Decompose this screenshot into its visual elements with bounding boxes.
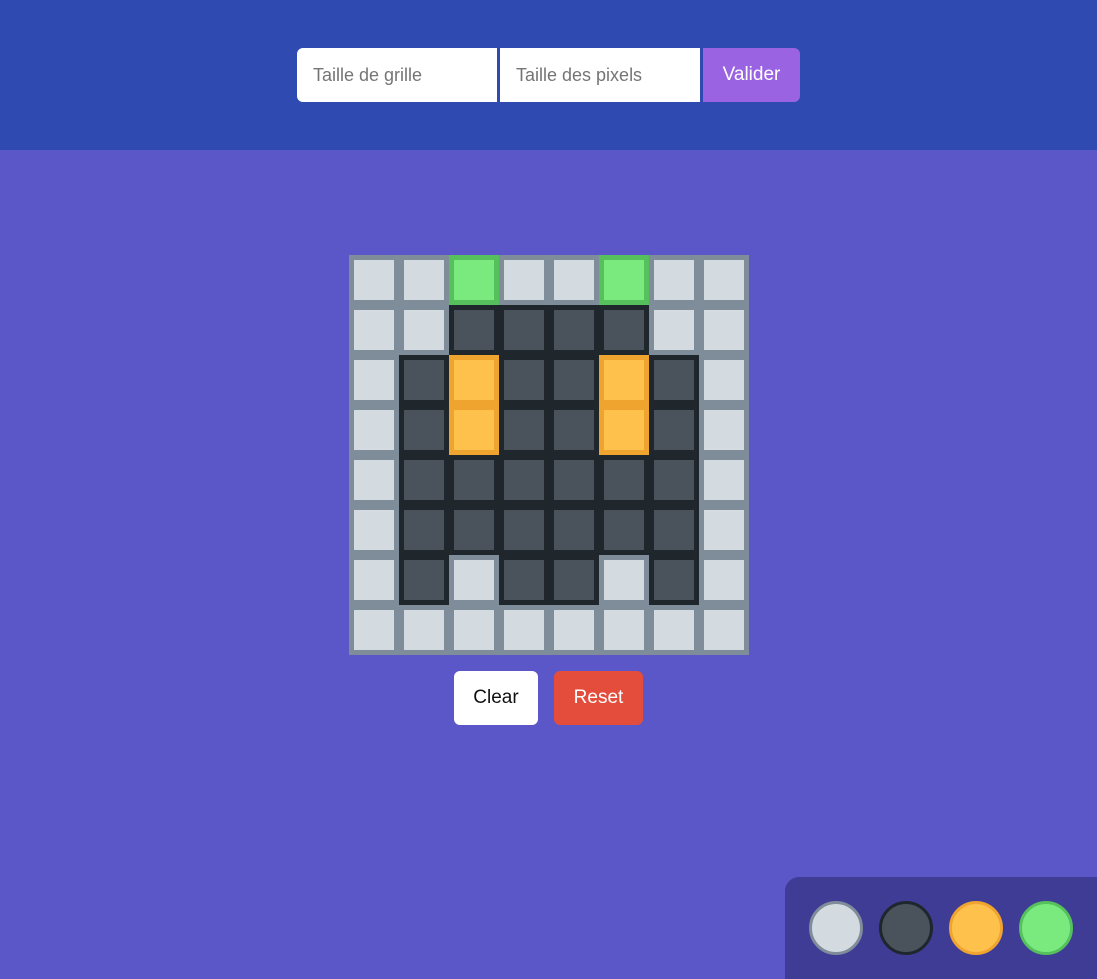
color-swatch-green[interactable] (1019, 901, 1073, 955)
grid-cell[interactable] (449, 255, 499, 305)
grid-cell[interactable] (699, 555, 749, 605)
grid-cell[interactable] (499, 405, 549, 455)
grid-cell[interactable] (649, 305, 699, 355)
grid-cell[interactable] (449, 605, 499, 655)
grid-cell[interactable] (649, 455, 699, 505)
grid-cell[interactable] (649, 405, 699, 455)
grid-cell[interactable] (699, 505, 749, 555)
header-bar: Valider (0, 0, 1097, 150)
grid-cell[interactable] (399, 305, 449, 355)
grid-cell[interactable] (599, 555, 649, 605)
grid-cell[interactable] (699, 605, 749, 655)
grid-cell[interactable] (399, 355, 449, 405)
grid-cell[interactable] (549, 505, 599, 555)
grid-cell[interactable] (449, 455, 499, 505)
color-swatch-orange[interactable] (949, 901, 1003, 955)
grid-cell[interactable] (499, 555, 549, 605)
grid-cell[interactable] (599, 605, 649, 655)
grid-cell[interactable] (349, 255, 399, 305)
grid-cell[interactable] (699, 405, 749, 455)
grid-cell[interactable] (349, 405, 399, 455)
grid-cell[interactable] (349, 305, 399, 355)
color-swatch-light-gray[interactable] (809, 901, 863, 955)
grid-cell[interactable] (599, 505, 649, 555)
grid-cell[interactable] (649, 355, 699, 405)
grid-cell[interactable] (399, 605, 449, 655)
grid-size-input[interactable] (297, 48, 497, 102)
grid-cell[interactable] (549, 405, 599, 455)
color-palette (785, 877, 1097, 979)
pixel-grid (349, 255, 749, 655)
grid-cell[interactable] (349, 355, 399, 405)
grid-cell[interactable] (549, 455, 599, 505)
grid-cell[interactable] (449, 505, 499, 555)
reset-button[interactable]: Reset (554, 671, 643, 725)
grid-cell[interactable] (599, 355, 649, 405)
grid-cell[interactable] (699, 305, 749, 355)
grid-cell[interactable] (499, 355, 549, 405)
grid-cell[interactable] (499, 455, 549, 505)
grid-settings-form: Valider (297, 48, 800, 102)
grid-cell[interactable] (449, 305, 499, 355)
grid-actions: Clear Reset (454, 671, 643, 725)
grid-cell[interactable] (349, 555, 399, 605)
grid-cell[interactable] (699, 255, 749, 305)
grid-cell[interactable] (349, 505, 399, 555)
grid-cell[interactable] (499, 305, 549, 355)
grid-cell[interactable] (399, 505, 449, 555)
grid-cell[interactable] (549, 355, 599, 405)
grid-cell[interactable] (449, 405, 499, 455)
grid-cell[interactable] (599, 305, 649, 355)
grid-cell[interactable] (549, 305, 599, 355)
grid-cell[interactable] (549, 605, 599, 655)
grid-cell[interactable] (599, 255, 649, 305)
grid-cell[interactable] (499, 255, 549, 305)
grid-cell[interactable] (599, 405, 649, 455)
grid-cell[interactable] (549, 255, 599, 305)
grid-cell[interactable] (399, 405, 449, 455)
color-swatch-dark-slate[interactable] (879, 901, 933, 955)
grid-cell[interactable] (449, 555, 499, 605)
pixel-size-input[interactable] (500, 48, 700, 102)
grid-cell[interactable] (399, 555, 449, 605)
validate-button[interactable]: Valider (703, 48, 800, 102)
grid-cell[interactable] (449, 355, 499, 405)
grid-cell[interactable] (349, 455, 399, 505)
grid-cell[interactable] (649, 505, 699, 555)
grid-cell[interactable] (349, 605, 399, 655)
grid-cell[interactable] (699, 455, 749, 505)
clear-button[interactable]: Clear (454, 671, 538, 725)
grid-cell[interactable] (649, 555, 699, 605)
grid-cell[interactable] (399, 455, 449, 505)
grid-cell[interactable] (499, 605, 549, 655)
grid-cell[interactable] (599, 455, 649, 505)
grid-cell[interactable] (649, 255, 699, 305)
grid-cell[interactable] (549, 555, 599, 605)
grid-cell[interactable] (399, 255, 449, 305)
grid-cell[interactable] (699, 355, 749, 405)
grid-cell[interactable] (649, 605, 699, 655)
grid-cell[interactable] (499, 505, 549, 555)
